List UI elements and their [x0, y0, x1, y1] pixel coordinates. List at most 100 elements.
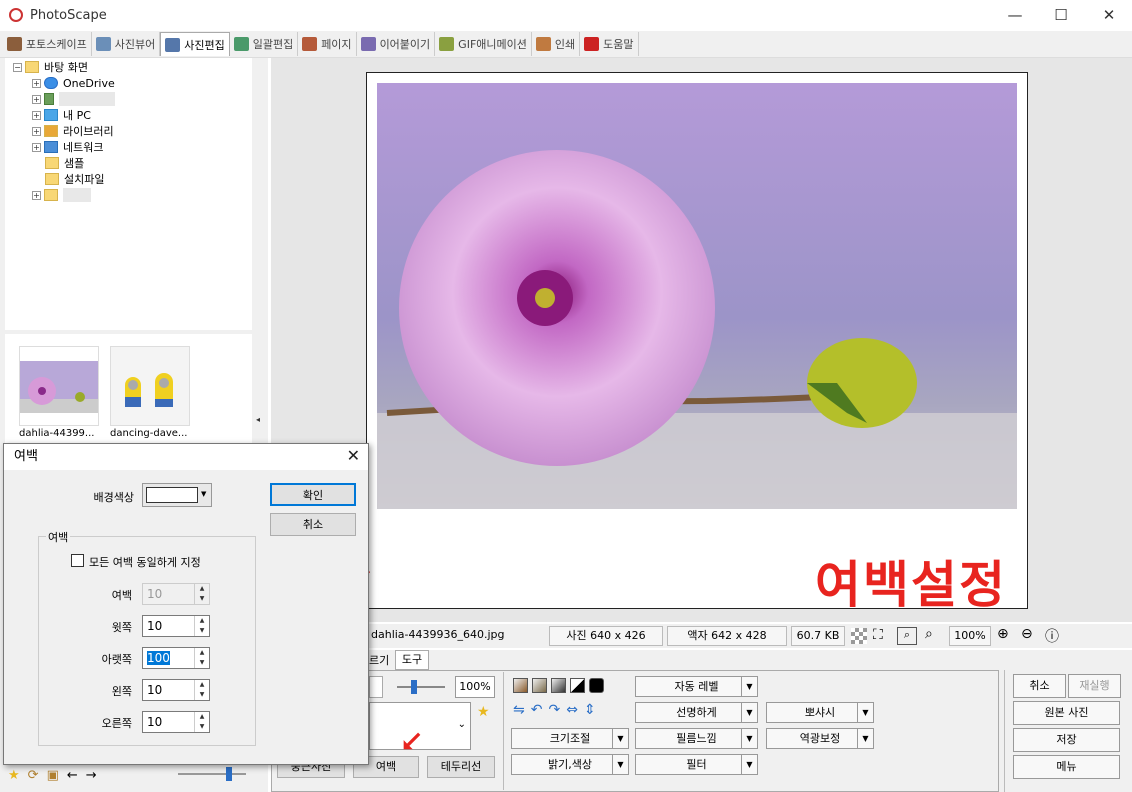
- menu-tab[interactable]: 도움말: [580, 32, 639, 56]
- tree-item-library[interactable]: 라이브러리: [63, 123, 114, 139]
- margin-right-input[interactable]: 10 ▲ ▼: [142, 711, 210, 733]
- zoom-level[interactable]: 100%: [949, 626, 991, 646]
- thumbnail-dancing[interactable]: [110, 346, 190, 426]
- tree-item-network[interactable]: 네트워크: [63, 139, 103, 155]
- save-button[interactable]: 저장: [1013, 728, 1120, 752]
- cancel-button[interactable]: 취소: [270, 513, 356, 536]
- tab-tools[interactable]: 도구: [395, 650, 429, 670]
- style-icon[interactable]: [551, 678, 566, 693]
- dropdown-arrow-icon[interactable]: ▼: [612, 729, 628, 748]
- zoom-fit-icon[interactable]: ⌕: [925, 626, 933, 642]
- style-icon[interactable]: [513, 678, 528, 693]
- transparency-icon[interactable]: [851, 628, 867, 644]
- fit-icon[interactable]: ⛶: [873, 627, 883, 643]
- style-icon[interactable]: [570, 678, 585, 693]
- bright-dropdown[interactable]: 뽀샤시 ▼: [766, 702, 874, 723]
- tree-item-redacted[interactable]: [63, 188, 91, 202]
- menu-tab[interactable]: 이어붙이기: [357, 32, 436, 56]
- style-icon[interactable]: [589, 678, 604, 693]
- menu-tab[interactable]: 일괄편집: [230, 32, 299, 56]
- thumb-size-slider[interactable]: [178, 767, 246, 781]
- tree-root[interactable]: 바탕 화면: [44, 59, 88, 75]
- thumbnail-dahlia[interactable]: [19, 346, 99, 426]
- sharpen-dropdown[interactable]: 선명하게 ▼: [635, 702, 758, 723]
- close-button[interactable]: ✕: [1086, 0, 1132, 31]
- expand-icon[interactable]: +: [32, 94, 41, 104]
- backlight-dropdown[interactable]: 역광보정 ▼: [766, 728, 874, 749]
- undo-button[interactable]: 취소: [1013, 674, 1066, 698]
- collapse-icon[interactable]: −: [13, 62, 22, 72]
- margin-top-input[interactable]: 10 ▲ ▼: [142, 615, 210, 637]
- margin-left-input[interactable]: 10 ▲ ▼: [142, 679, 210, 701]
- maximize-button[interactable]: ☐: [1038, 0, 1084, 31]
- expand-icon[interactable]: +: [32, 126, 41, 136]
- frame-slider[interactable]: [397, 680, 445, 694]
- menu-tab[interactable]: 사진편집: [160, 32, 230, 56]
- filter-dropdown[interactable]: 필터 ▼: [635, 754, 758, 775]
- menu-tab[interactable]: GIF애니메이션: [435, 32, 532, 56]
- expand-icon[interactable]: +: [32, 190, 41, 200]
- menu-tab[interactable]: 사진뷰어: [92, 32, 161, 56]
- flip-vertical-icon[interactable]: ⇕: [584, 702, 596, 718]
- tree-item-pc[interactable]: 내 PC: [63, 107, 91, 123]
- photo-frame[interactable]: [366, 72, 1028, 609]
- dropdown-arrow-icon[interactable]: ▼: [857, 703, 873, 722]
- margin-bottom-input[interactable]: 100 ▲ ▼: [142, 647, 210, 669]
- ok-button[interactable]: 확인: [270, 483, 356, 506]
- dropdown-arrow-icon[interactable]: ▼: [741, 703, 757, 722]
- bg-color-picker[interactable]: ▼: [142, 483, 212, 507]
- folder-open-icon[interactable]: ▣: [47, 768, 59, 783]
- menu-tab[interactable]: 포토스케이프: [3, 32, 92, 56]
- favorite-star-icon[interactable]: ★: [477, 704, 490, 720]
- spin-arrows-icon[interactable]: ▲ ▼: [194, 648, 209, 668]
- tree-item-user-redacted[interactable]: [59, 92, 115, 106]
- frame-select[interactable]: [369, 676, 383, 698]
- tree-item-setup[interactable]: 설치파일: [64, 171, 104, 187]
- dropdown-arrow-icon[interactable]: ▼: [741, 677, 757, 696]
- folder-tree[interactable]: − 바탕 화면 + OneDrive + + 내 PC + 라이브러리 + 네트워크 샘플…: [5, 58, 252, 330]
- original-photo-button[interactable]: 원본 사진: [1013, 701, 1120, 725]
- tree-item-onedrive[interactable]: OneDrive: [63, 77, 115, 90]
- frame-percent[interactable]: 100%: [455, 676, 495, 698]
- expand-icon[interactable]: +: [32, 78, 41, 88]
- spin-arrows-icon[interactable]: ▲ ▼: [194, 712, 209, 732]
- dialog-close-icon[interactable]: ✕: [347, 446, 360, 465]
- tab-crop[interactable]: 르기: [369, 652, 389, 668]
- dropdown-arrow-icon[interactable]: ▼: [201, 490, 206, 498]
- minimize-button[interactable]: —: [992, 0, 1038, 31]
- film-dropdown[interactable]: 필름느낌 ▼: [635, 728, 758, 749]
- menu-tab[interactable]: 인쇄: [532, 32, 581, 56]
- flip-horizontal-icon[interactable]: ⇔: [566, 702, 578, 718]
- forward-arrow-icon[interactable]: →: [86, 768, 97, 783]
- auto-level-dropdown[interactable]: 자동 레벨 ▼: [635, 676, 758, 697]
- expand-icon[interactable]: +: [32, 142, 41, 152]
- menu-tab[interactable]: 페이지: [298, 32, 357, 56]
- dropdown-arrow-icon[interactable]: ▼: [741, 755, 757, 774]
- redo-button[interactable]: 재실행: [1068, 674, 1121, 698]
- spin-arrows-icon[interactable]: ▲ ▼: [194, 616, 209, 636]
- brightness-dropdown[interactable]: 밝기,색상 ▼: [511, 754, 629, 775]
- dropdown-arrow-icon[interactable]: ▼: [857, 729, 873, 748]
- spin-arrows-icon[interactable]: ▲ ▼: [194, 584, 209, 604]
- star-icon[interactable]: ★: [8, 768, 20, 783]
- zoom-in-icon[interactable]: ⊕: [997, 626, 1009, 642]
- resize-dropdown[interactable]: 크기조절 ▼: [511, 728, 629, 749]
- menu-button[interactable]: 메뉴: [1013, 755, 1120, 779]
- dropdown-arrow-icon[interactable]: ▼: [741, 729, 757, 748]
- rotate-left-icon[interactable]: ↶: [531, 702, 543, 718]
- style-icon[interactable]: [532, 678, 547, 693]
- same-margin-checkbox[interactable]: [71, 554, 84, 567]
- back-arrow-icon[interactable]: ←: [67, 768, 78, 783]
- zoom-out-icon[interactable]: ⊖: [1021, 626, 1033, 642]
- actual-size-icon[interactable]: ⌕: [897, 627, 917, 645]
- border-button[interactable]: 테두리선: [427, 756, 495, 778]
- straighten-icon[interactable]: ⇋: [513, 702, 525, 718]
- dropdown-arrow-icon[interactable]: ▼: [612, 755, 628, 774]
- rotate-right-icon[interactable]: ↷: [548, 702, 560, 718]
- spin-arrows-icon[interactable]: ▲ ▼: [194, 680, 209, 700]
- info-icon[interactable]: ⓘ: [1045, 626, 1059, 646]
- tree-item-sample[interactable]: 샘플: [64, 155, 84, 171]
- expand-icon[interactable]: +: [32, 110, 41, 120]
- refresh-icon[interactable]: ⟳: [28, 768, 39, 783]
- margin-all-input[interactable]: 10 ▲ ▼: [142, 583, 210, 605]
